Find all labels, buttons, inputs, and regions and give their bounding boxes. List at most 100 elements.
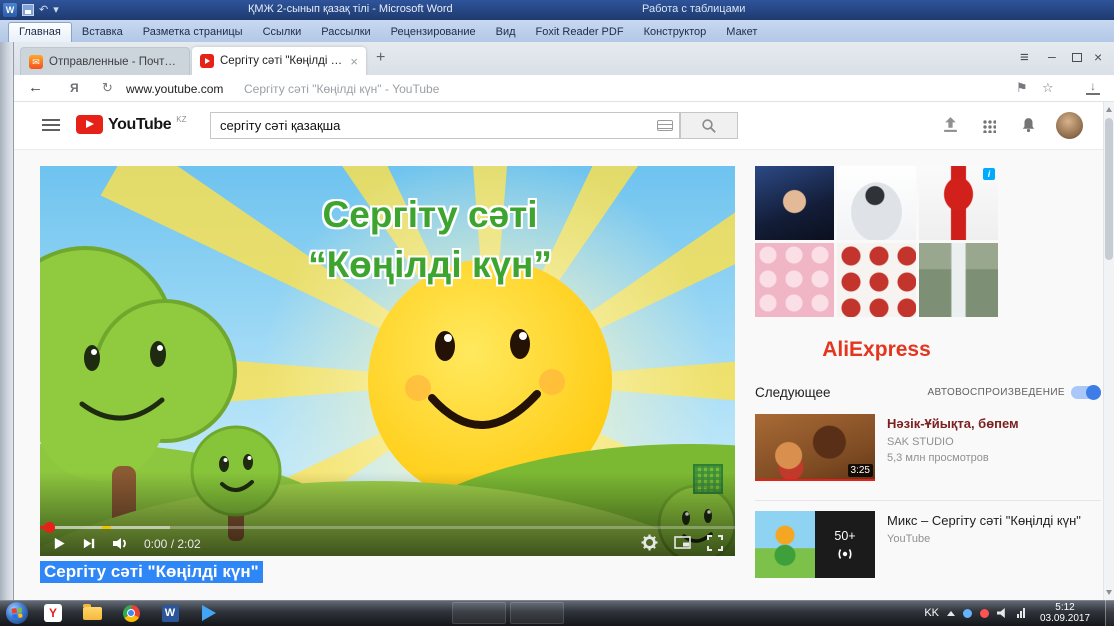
suggestion-item[interactable]: 50+ Микс – Сергіту сәті "Көңілді күн" Yo… xyxy=(755,511,1101,581)
up-next-label: Следующее xyxy=(755,385,831,400)
undo-icon[interactable]: ↶ xyxy=(39,2,48,18)
taskbar-chrome-button[interactable] xyxy=(118,602,144,624)
tab-mail-label: Отправленные - Почта Ma xyxy=(49,56,181,68)
show-desktop-button[interactable] xyxy=(1105,600,1114,626)
suggestion-title[interactable]: Микс – Сергіту сәті "Көңілді күн" xyxy=(887,513,1101,529)
browser-window: ✉ Отправленные - Почта Ma Сергіту сәті "… xyxy=(14,42,1114,600)
taskbar-window-button[interactable] xyxy=(452,602,506,624)
reload-icon[interactable]: ↻ xyxy=(102,80,113,96)
ad-thumbnail[interactable] xyxy=(755,166,834,240)
hamburger-menu-icon[interactable] xyxy=(42,119,60,134)
ribbon-tab-review[interactable]: Рецензирование xyxy=(381,23,486,42)
chrome-icon xyxy=(123,605,140,622)
suggestion-text: Микс – Сергіту сәті "Көңілді күн" YouTub… xyxy=(887,513,1101,545)
hidden-icons-arrow[interactable] xyxy=(947,611,955,616)
next-icon[interactable] xyxy=(82,536,97,551)
language-indicator[interactable]: KK xyxy=(924,607,939,619)
suggestion-title[interactable]: Нәзік-Ұйықта, бөпем xyxy=(887,416,1101,432)
bookmark-flag-icon[interactable]: ⚑ xyxy=(1016,80,1028,96)
url-field[interactable]: www.youtube.com xyxy=(126,82,223,96)
youtube-logo[interactable]: YouTube KZ xyxy=(76,115,187,134)
quick-access-toolbar: W ↶ ▾ xyxy=(3,2,59,18)
mix-thumbnail[interactable]: 50+ xyxy=(755,511,875,578)
taskbar-window-button[interactable] xyxy=(510,602,564,624)
progress-bar[interactable] xyxy=(40,526,735,529)
word-document-edge xyxy=(0,42,14,600)
video-overlay-title: Сергіту сәті “Көңілді күн” xyxy=(225,190,635,290)
taskbar-explorer-button[interactable] xyxy=(79,602,105,624)
video-player[interactable]: Сергіту сәті “Көңілді күн” 0:00 / 2:02 xyxy=(40,166,735,556)
suggestion-item[interactable]: 3:25 Нәзік-Ұйықта, бөпем SAK STUDIO 5,3 … xyxy=(755,414,1101,484)
network-icon[interactable] xyxy=(1017,608,1025,618)
search-button[interactable] xyxy=(680,112,738,139)
play-icon[interactable] xyxy=(52,536,67,551)
ad-info-icon[interactable]: i xyxy=(983,168,995,180)
suggestion-thumbnail[interactable]: 3:25 xyxy=(755,414,875,481)
back-icon[interactable]: ← xyxy=(28,79,43,96)
new-tab-button[interactable]: + xyxy=(376,49,385,67)
minimize-button[interactable]: – xyxy=(1048,48,1056,64)
taskbar-word-button[interactable]: W xyxy=(157,602,183,624)
ribbon-tab-page-layout[interactable]: Разметка страницы xyxy=(133,23,253,42)
suggestion-channel[interactable]: SAK STUDIO xyxy=(887,436,1101,448)
tab-mail[interactable]: ✉ Отправленные - Почта Ma xyxy=(20,47,190,75)
taskbar-clock[interactable]: 5:12 03.09.2017 xyxy=(1033,602,1097,624)
ribbon-tab-home[interactable]: Главная xyxy=(8,22,72,42)
tab-youtube[interactable]: Сергіту сәті "Көңілді күн" × xyxy=(192,47,366,75)
mix-count-badge: 50+ xyxy=(834,529,855,543)
ad-thumbnail[interactable] xyxy=(755,243,834,317)
ribbon-tab-foxit[interactable]: Foxit Reader PDF xyxy=(526,23,634,42)
ribbon-tab-references[interactable]: Ссылки xyxy=(253,23,312,42)
notifications-bell-icon[interactable] xyxy=(1020,116,1037,133)
video-title-below-player: Сергіту сәті "Көңілді күн" xyxy=(40,561,263,583)
close-button[interactable]: × xyxy=(1094,49,1102,65)
volume-icon[interactable] xyxy=(997,608,1009,618)
ad-brand-text[interactable]: AliExpress xyxy=(755,338,998,362)
ribbon-tab-layout[interactable]: Макет xyxy=(716,23,767,42)
downloads-icon[interactable]: ↓ xyxy=(1086,79,1100,95)
keyboard-icon[interactable] xyxy=(657,120,673,131)
volume-icon[interactable] xyxy=(112,536,129,551)
address-bar: ← Я ↻ www.youtube.com Сергіту сәті "Көңі… xyxy=(14,75,1114,102)
maximize-button[interactable] xyxy=(1072,53,1082,62)
search-input[interactable] xyxy=(211,113,679,138)
ad-banner[interactable] xyxy=(755,166,998,317)
user-avatar[interactable] xyxy=(1056,112,1083,139)
tray-app-icon[interactable] xyxy=(980,609,989,618)
miniplayer-icon[interactable] xyxy=(674,535,691,550)
suggestion-text: Нәзік-Ұйықта, бөпем SAK STUDIO 5,3 млн п… xyxy=(887,416,1101,464)
start-button[interactable] xyxy=(6,602,28,624)
overlay-title-line1: Сергіту сәті xyxy=(225,190,635,240)
search-box xyxy=(210,112,680,139)
ad-thumbnail[interactable] xyxy=(919,243,998,317)
scrollbar-thumb[interactable] xyxy=(1105,118,1113,260)
word-app-icon[interactable]: W xyxy=(3,3,17,17)
save-icon[interactable] xyxy=(22,4,34,16)
suggestion-channel[interactable]: YouTube xyxy=(887,533,1101,545)
browser-menu-icon[interactable]: ≡ xyxy=(1020,49,1029,66)
settings-gear-icon[interactable] xyxy=(641,534,658,551)
qat-dropdown-icon[interactable]: ▾ xyxy=(53,2,59,18)
mix-overlay: 50+ xyxy=(815,511,875,578)
autoplay-toggle[interactable] xyxy=(1071,386,1101,399)
mail-favicon-icon: ✉ xyxy=(29,55,43,69)
scroll-up-icon[interactable] xyxy=(1106,107,1112,112)
upload-button[interactable] xyxy=(942,116,959,133)
progress-scrubber[interactable] xyxy=(44,522,55,533)
ribbon-tab-mailings[interactable]: Рассылки xyxy=(311,23,380,42)
ad-thumbnail[interactable] xyxy=(837,243,916,317)
scroll-down-icon[interactable] xyxy=(1106,590,1112,595)
yandex-logo-icon[interactable]: Я xyxy=(70,81,79,95)
ribbon-tab-view[interactable]: Вид xyxy=(486,23,526,42)
page-scrollbar[interactable] xyxy=(1103,102,1114,600)
ribbon-tab-insert[interactable]: Вставка xyxy=(72,23,133,42)
tab-close-icon[interactable]: × xyxy=(350,54,358,69)
ribbon-tab-design[interactable]: Конструктор xyxy=(634,23,717,42)
favorites-star-icon[interactable]: ☆ xyxy=(1042,80,1054,96)
fullscreen-icon[interactable] xyxy=(707,535,723,551)
taskbar-mediaplayer-button[interactable] xyxy=(196,602,222,624)
taskbar-yandex-button[interactable]: Y xyxy=(40,602,66,624)
apps-grid-icon[interactable] xyxy=(982,119,996,133)
ad-thumbnail[interactable] xyxy=(837,166,916,240)
tray-app-icon[interactable] xyxy=(963,609,972,618)
